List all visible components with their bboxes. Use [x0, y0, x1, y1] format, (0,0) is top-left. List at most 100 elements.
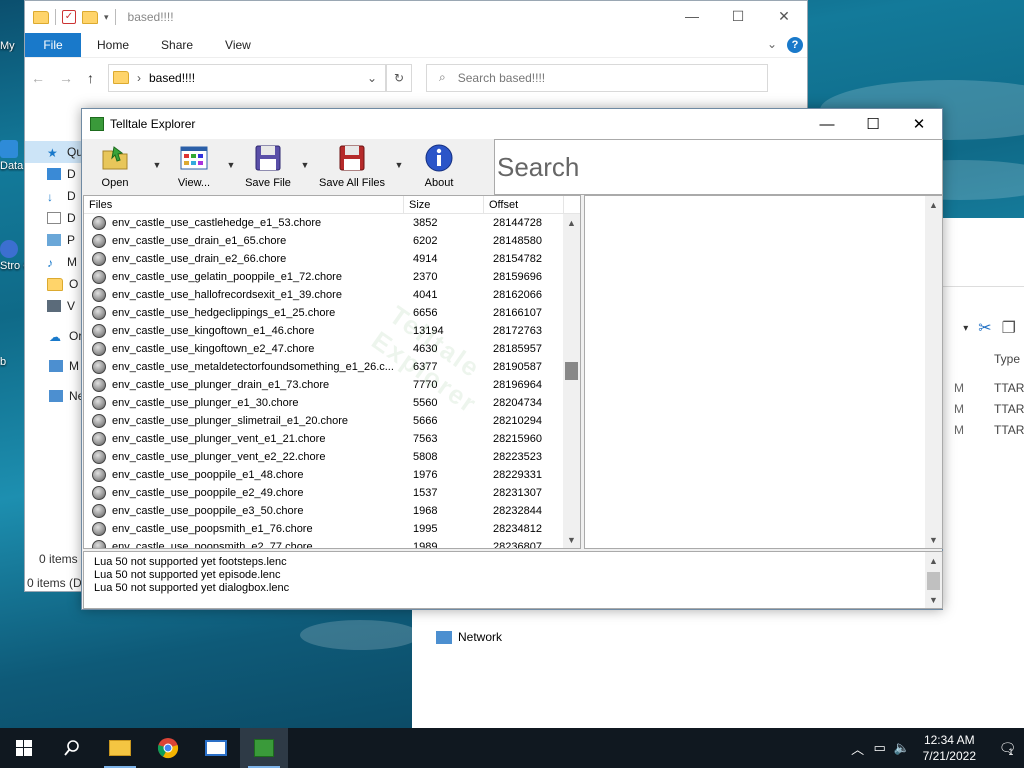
- maximize-button[interactable]: ☐: [850, 109, 896, 139]
- table-row[interactable]: env_castle_use_pooppile_e1_48.chore 1976 2…: [84, 466, 580, 484]
- desktop-icon-data[interactable]: Data: [0, 140, 26, 172]
- column-header-size[interactable]: Size: [404, 196, 484, 213]
- copy-icon[interactable]: ❐: [1002, 318, 1016, 338]
- table-row[interactable]: env_castle_use_plunger_vent_e2_22.chore 5…: [84, 448, 580, 466]
- notification-center-button[interactable]: 🗨 1: [988, 739, 1024, 758]
- close-button[interactable]: ✕: [761, 1, 807, 31]
- back-arrow-icon[interactable]: ←: [31, 70, 45, 86]
- network-icon[interactable]: ▭: [869, 740, 891, 756]
- save-file-dropdown-icon[interactable]: ▼: [296, 139, 314, 191]
- scroll-down-icon[interactable]: ▼: [925, 531, 942, 548]
- date-cell: M: [954, 423, 964, 437]
- chevron-down-icon[interactable]: ⌄: [767, 37, 777, 51]
- save-all-files-button[interactable]: Save All Files: [314, 139, 390, 191]
- sidebar-item-pictures[interactable]: P: [25, 229, 85, 251]
- clock[interactable]: 12:34 AM 7/21/2022: [923, 732, 976, 764]
- vertical-scrollbar[interactable]: ▲ ▼: [925, 552, 942, 608]
- tab-file[interactable]: File: [25, 33, 81, 57]
- vertical-scrollbar[interactable]: ▲ ▼: [563, 214, 580, 548]
- column-header-offset[interactable]: Offset: [484, 196, 564, 213]
- scroll-up-icon[interactable]: ▲: [563, 214, 580, 231]
- properties-icon[interactable]: ✓: [62, 10, 76, 24]
- desktop-icon-my-computer[interactable]: My: [0, 40, 26, 52]
- sidebar-item-desktop[interactable]: D: [25, 163, 85, 185]
- forward-arrow-icon[interactable]: →: [59, 70, 73, 86]
- desktop-icon-stro[interactable]: Stro Coo: [0, 240, 26, 272]
- tab-view[interactable]: View: [209, 38, 267, 52]
- table-row[interactable]: env_castle_use_castlehedge_e1_53.chore 38…: [84, 214, 580, 232]
- sidebar-item-folder[interactable]: O: [25, 273, 85, 295]
- search-input[interactable]: Search: [494, 139, 943, 195]
- tab-home[interactable]: Home: [81, 38, 145, 52]
- table-row[interactable]: env_castle_use_pooppile_e3_50.chore 1968 2…: [84, 502, 580, 520]
- pictures-icon: [47, 234, 61, 246]
- table-row[interactable]: env_castle_use_poopsmith_e2_77.chore 1989…: [84, 538, 580, 548]
- open-button[interactable]: Open: [82, 139, 148, 191]
- table-row[interactable]: env_castle_use_plunger_slimetrail_e1_20.…: [84, 412, 580, 430]
- scroll-thumb[interactable]: [927, 572, 940, 590]
- sidebar-item-downloads[interactable]: ↓ D: [25, 185, 85, 207]
- view-dropdown-icon[interactable]: ▼: [222, 139, 240, 191]
- save-file-button[interactable]: Save File: [240, 139, 296, 191]
- close-button[interactable]: ✕: [896, 109, 942, 139]
- table-row[interactable]: env_castle_use_gelatin_pooppile_e1_72.ch…: [84, 268, 580, 286]
- quick-access-dropdown-icon[interactable]: ▾: [104, 12, 109, 23]
- chevron-down-icon[interactable]: ▾: [963, 323, 968, 334]
- column-header-type[interactable]: Type: [994, 352, 1020, 366]
- tab-share[interactable]: Share: [145, 38, 209, 52]
- scroll-thumb[interactable]: [565, 362, 578, 380]
- table-row[interactable]: env_castle_use_hallofrecordsexit_e1_39.c…: [84, 286, 580, 304]
- search-button[interactable]: [48, 728, 96, 768]
- table-row[interactable]: env_castle_use_metaldetectorfoundsomethi…: [84, 358, 580, 376]
- column-header-files[interactable]: Files: [84, 196, 404, 213]
- table-row[interactable]: env_castle_use_kingoftown_e1_46.chore 131…: [84, 322, 580, 340]
- table-row[interactable]: env_castle_use_plunger_vent_e1_21.chore 7…: [84, 430, 580, 448]
- sidebar-item-videos[interactable]: V: [25, 295, 85, 317]
- up-arrow-icon[interactable]: ↑: [87, 70, 94, 86]
- scroll-down-icon[interactable]: ▼: [563, 531, 580, 548]
- start-button[interactable]: [0, 728, 48, 768]
- desktop-icon-b[interactable]: b: [0, 356, 26, 368]
- save-all-dropdown-icon[interactable]: ▼: [390, 139, 408, 191]
- sidebar-item-network[interactable]: Ne: [25, 385, 85, 407]
- open-dropdown-icon[interactable]: ▼: [148, 139, 166, 191]
- table-row[interactable]: env_castle_use_plunger_e1_30.chore 5560 28…: [84, 394, 580, 412]
- sidebar-item-documents[interactable]: D: [25, 207, 85, 229]
- table-row[interactable]: env_castle_use_drain_e1_65.chore 6202 2814…: [84, 232, 580, 250]
- table-row[interactable]: env_castle_use_pooppile_e2_49.chore 1537 2…: [84, 484, 580, 502]
- help-icon[interactable]: ?: [787, 37, 803, 53]
- ribbon-tabs: File Home Share View ⌄ ?: [25, 33, 807, 57]
- vertical-scrollbar[interactable]: ▲ ▼: [925, 196, 942, 548]
- taskbar-app[interactable]: [192, 728, 240, 768]
- chevron-up-icon[interactable]: ︿: [847, 739, 869, 758]
- minimize-button[interactable]: —: [804, 109, 850, 139]
- search-input[interactable]: ⌕ Search based!!!!: [426, 63, 768, 92]
- table-row[interactable]: env_castle_use_kingoftown_e2_47.chore 463…: [84, 340, 580, 358]
- sidebar-item-this-pc[interactable]: M: [25, 355, 85, 377]
- sidebar-item-music[interactable]: ♪ M: [25, 251, 85, 273]
- about-button[interactable]: About: [408, 139, 470, 191]
- volume-icon[interactable]: 🔈: [891, 740, 913, 756]
- view-button[interactable]: View...: [166, 139, 222, 191]
- maximize-button[interactable]: ☐: [715, 1, 761, 31]
- chevron-down-icon[interactable]: ⌄: [367, 71, 377, 85]
- cut-icon[interactable]: ✂: [978, 318, 991, 338]
- table-row[interactable]: env_castle_use_plunger_drain_e1_73.chore…: [84, 376, 580, 394]
- taskbar-file-explorer[interactable]: [96, 728, 144, 768]
- scroll-up-icon[interactable]: ▲: [925, 552, 942, 569]
- minimize-button[interactable]: —: [669, 1, 715, 31]
- taskbar-chrome[interactable]: [144, 728, 192, 768]
- taskbar-telltale-explorer[interactable]: [240, 728, 288, 768]
- address-box[interactable]: › based!!!! ⌄: [108, 63, 386, 92]
- refresh-button[interactable]: ↻: [386, 63, 412, 92]
- sidebar-item-network[interactable]: Network: [436, 630, 502, 644]
- table-row[interactable]: env_castle_use_hedgeclippings_e1_25.chor…: [84, 304, 580, 322]
- table-row[interactable]: env_castle_use_drain_e2_66.chore 4914 2815…: [84, 250, 580, 268]
- new-folder-icon[interactable]: [82, 10, 98, 24]
- table-row[interactable]: env_castle_use_poopsmith_e1_76.chore 1995…: [84, 520, 580, 538]
- scroll-up-icon[interactable]: ▲: [925, 196, 942, 213]
- sidebar-item-quick-access[interactable]: ★ Qu: [25, 141, 85, 163]
- scroll-down-icon[interactable]: ▼: [925, 591, 942, 608]
- folder-icon: [109, 740, 131, 756]
- sidebar-item-onedrive[interactable]: ☁ Or: [25, 325, 85, 347]
